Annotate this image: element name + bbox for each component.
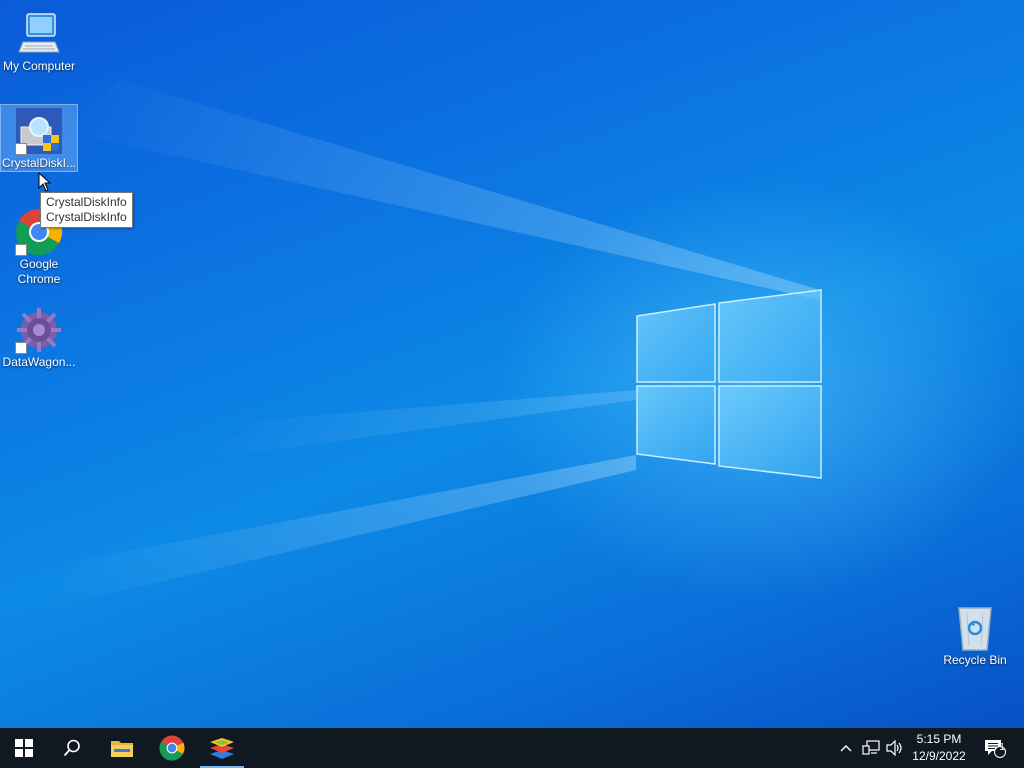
start-button[interactable] (0, 728, 48, 768)
chevron-up-icon (840, 745, 852, 752)
taskbar-chrome[interactable] (148, 728, 196, 768)
tooltip-line: CrystalDiskInfo (46, 195, 127, 209)
desktop-icon-label: Google Chrome (17, 257, 61, 286)
desktop-icon-label: CrystalDiskI... (1, 156, 76, 170)
windows-logo-icon (15, 739, 33, 757)
shortcut-arrow-icon (15, 342, 27, 354)
bluestacks-icon (210, 738, 234, 759)
desktop-icon-crystaldiskinfo[interactable]: CrystalDiskI... (0, 104, 78, 172)
taskbar-bluestacks[interactable] (198, 728, 246, 768)
desktop-icon-label: Recycle Bin (943, 653, 1007, 667)
clock-date: 12/9/2022 (912, 749, 966, 763)
desktop[interactable]: My Computer CrystalDiskI... Google Chrom… (0, 0, 1024, 728)
desktop-icon-label: My Computer (2, 59, 76, 73)
wallpaper-light-beams (40, 80, 822, 610)
recycle-bin-icon (958, 607, 992, 651)
tooltip-line: CrystalDiskInfo (46, 210, 127, 224)
tray-network-button[interactable] (860, 728, 882, 768)
notification-count-badge: 1 (999, 742, 1005, 753)
network-icon (862, 740, 880, 755)
volume-icon (886, 740, 902, 756)
windows-wallpaper-logo (636, 289, 822, 479)
taskbar-clock[interactable]: 5:15 PM 12/9/2022 (905, 731, 973, 765)
tooltip: CrystalDiskInfo CrystalDiskInfo (40, 192, 133, 228)
taskbar: 5:15 PM 12/9/2022 1 (0, 728, 1024, 768)
taskbar-file-explorer[interactable] (98, 728, 146, 768)
computer-icon (18, 13, 60, 53)
folder-icon (111, 741, 133, 757)
desktop-icon-recycle-bin[interactable]: Recycle Bin (937, 602, 1013, 668)
search-button[interactable] (48, 728, 96, 768)
mouse-cursor-icon (38, 172, 52, 192)
action-center-button[interactable]: 1 (978, 728, 1012, 768)
shortcut-arrow-icon (15, 143, 27, 155)
tray-volume-button[interactable] (884, 728, 906, 768)
chrome-icon (159, 735, 185, 761)
desktop-icon-datawagon[interactable]: DataWagon... (1, 304, 77, 370)
search-icon (63, 739, 80, 757)
clock-time: 5:15 PM (916, 732, 962, 746)
tray-show-hidden-button[interactable] (836, 728, 856, 768)
desktop-icon-my-computer[interactable]: My Computer (1, 8, 77, 74)
desktop-icon-label: DataWagon... (2, 355, 76, 369)
shortcut-arrow-icon (15, 244, 27, 256)
